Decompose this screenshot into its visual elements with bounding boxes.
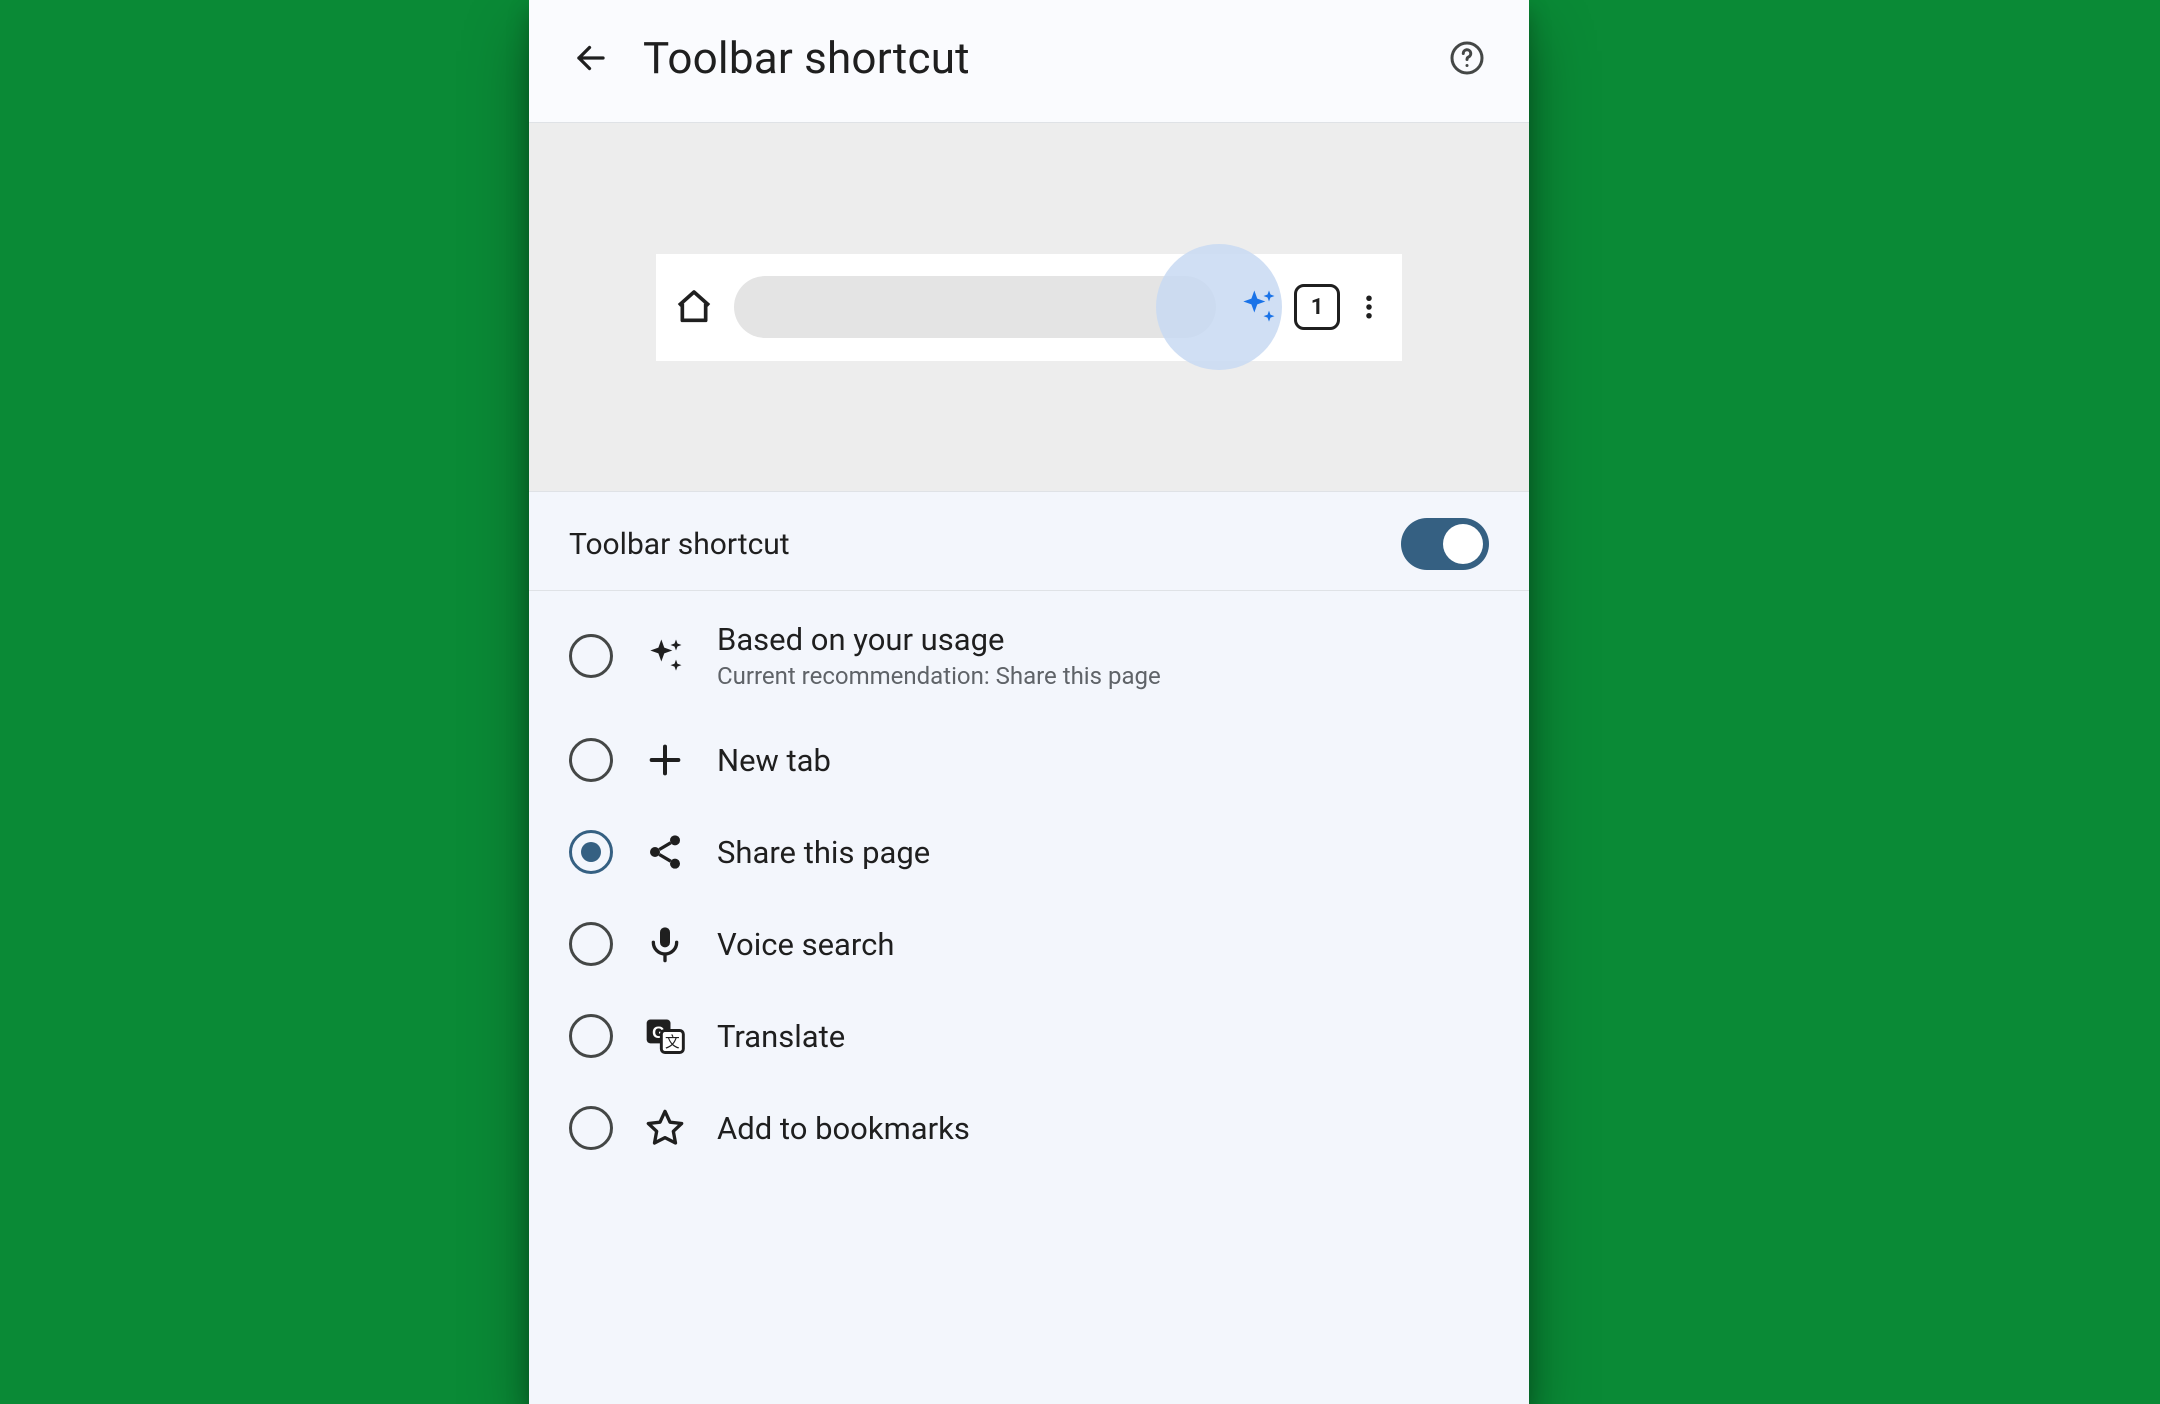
option-based-on-usage[interactable]: Based on your usage Current recommendati… [529,597,1529,714]
toolbar-shortcut-toggle[interactable] [1401,518,1489,570]
option-add-bookmarks[interactable]: Add to bookmarks [529,1082,1529,1174]
translate-icon: G文 [643,1014,687,1058]
arrow-left-icon [573,38,609,78]
overflow-menu-icon [1354,287,1384,327]
toggle-knob [1443,524,1483,564]
toolbar-mock: 1 [656,254,1402,361]
header: Toolbar shortcut [529,0,1529,122]
tabs-icon: 1 [1294,284,1340,330]
option-subtitle: Current recommendation: Share this page [717,662,1161,690]
option-title: Translate [717,1018,845,1055]
back-button[interactable] [567,34,615,82]
radio-translate[interactable] [569,1014,613,1058]
toggle-row: Toolbar shortcut [529,492,1529,591]
radio-add-bookmarks[interactable] [569,1106,613,1150]
option-title: Based on your usage [717,621,1161,658]
star-icon [643,1106,687,1150]
page-title: Toolbar shortcut [643,32,970,84]
home-icon [674,287,714,327]
radio-share[interactable] [569,830,613,874]
option-translate[interactable]: G文 Translate [529,990,1529,1082]
options-list: Based on your usage Current recommendati… [529,591,1529,1174]
option-voice-search[interactable]: Voice search [529,898,1529,990]
option-title: Add to bookmarks [717,1110,970,1147]
radio-based-on-usage[interactable] [569,634,613,678]
help-icon [1449,38,1485,78]
svg-text:文: 文 [665,1034,680,1051]
option-share[interactable]: Share this page [529,806,1529,898]
option-title: Voice search [717,926,894,963]
sparkle-shortcut-icon [1236,285,1280,329]
sparkle-icon [643,634,687,678]
share-icon [643,830,687,874]
plus-icon [643,738,687,782]
option-title: Share this page [717,834,930,871]
settings-pane: Toolbar shortcut 1 [529,0,1529,1404]
toolbar-preview: 1 [529,122,1529,492]
omnibox-placeholder [734,276,1216,338]
radio-voice-search[interactable] [569,922,613,966]
radio-new-tab[interactable] [569,738,613,782]
toggle-label: Toolbar shortcut [569,527,790,562]
help-button[interactable] [1443,34,1491,82]
mic-icon [643,922,687,966]
option-new-tab[interactable]: New tab [529,714,1529,806]
tab-count: 1 [1294,284,1340,330]
option-title: New tab [717,742,831,779]
